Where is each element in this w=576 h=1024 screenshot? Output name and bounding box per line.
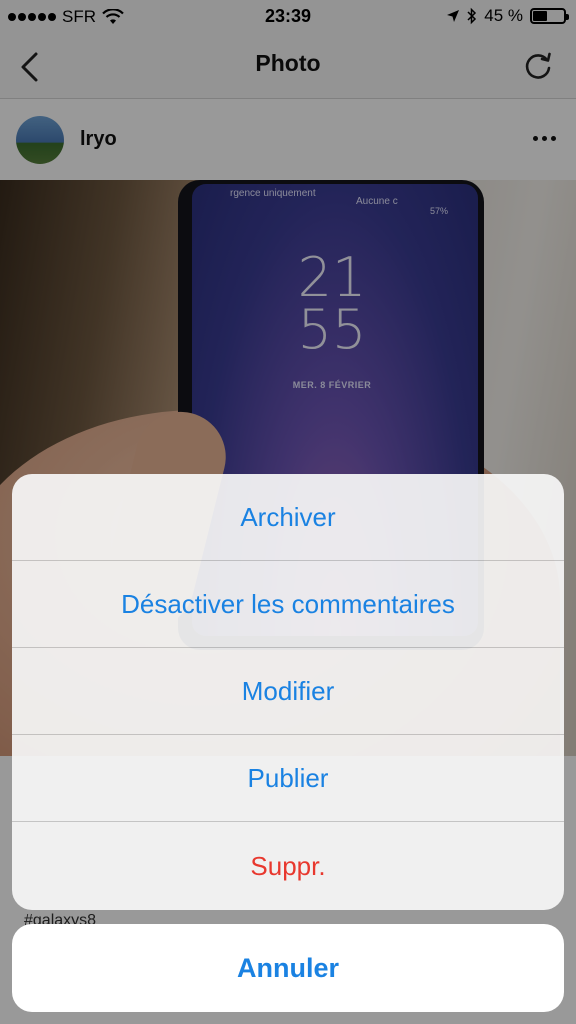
action-sheet: Archiver Désactiver les commentaires Mod… [12,474,564,910]
archive-button[interactable]: Archiver [12,474,564,561]
cancel-button[interactable]: Annuler [12,924,564,1012]
disable-comments-button[interactable]: Désactiver les commentaires [12,561,564,648]
delete-button[interactable]: Suppr. [12,822,564,910]
edit-button[interactable]: Modifier [12,648,564,735]
publish-button[interactable]: Publier [12,735,564,822]
